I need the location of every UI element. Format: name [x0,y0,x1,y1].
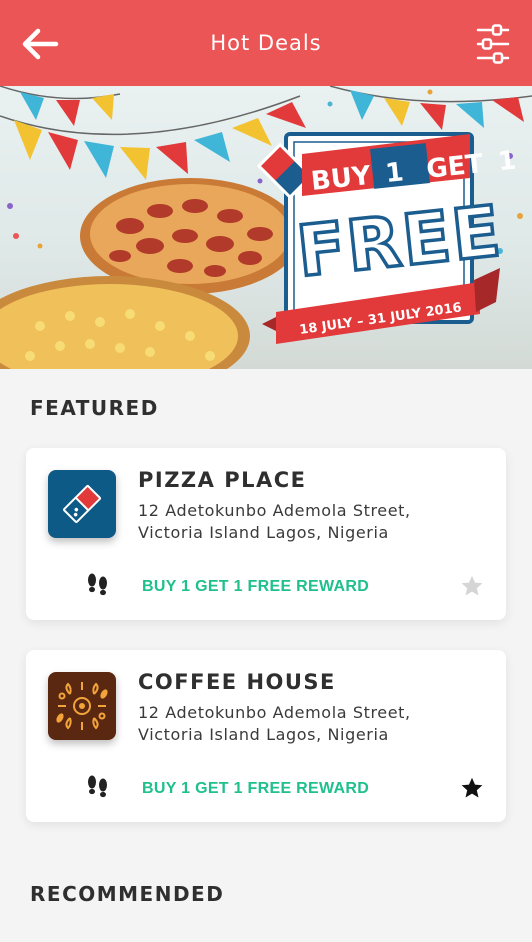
featured-section-title: FEATURED [30,396,159,420]
back-button[interactable] [20,26,60,62]
arrow-left-icon [22,28,59,60]
merchant-name: COFFEE HOUSE [138,670,336,694]
merchant-address: 12 Adetokunbo Ademola Street, Victoria I… [138,501,411,542]
footsteps-icon [88,573,107,596]
deal-card-coffee-house[interactable]: COFFEE HOUSE 12 Adetokunbo Ademola Stree… [26,650,506,822]
merchant-logo [48,672,116,740]
merchant-name: PIZZA PLACE [138,468,307,492]
footsteps-icon [88,775,107,798]
domino-logo-icon [63,485,101,523]
app-bar: Hot Deals [0,0,532,86]
page-title: Hot Deals [210,31,322,55]
merchant-logo [48,470,116,538]
promo-banner[interactable]: BUY 1 GET 1 FREE 18 JULY – 31 JULY 2016 [0,86,532,369]
merchant-address: 12 Adetokunbo Ademola Street, Victoria I… [138,703,411,744]
deal-card-pizza-place[interactable]: PIZZA PLACE 12 Adetokunbo Ademola Street… [26,448,506,620]
coffee-floral-logo-icon [56,682,108,730]
filter-button[interactable] [476,24,510,64]
favorite-star-icon[interactable] [460,776,484,800]
reward-label: BUY 1 GET 1 FREE REWARD [142,578,370,595]
sliders-icon [476,24,510,64]
promo-badge: BUY 1 GET 1 FREE 18 JULY – 31 JULY 2016 [256,132,518,344]
reward-label: BUY 1 GET 1 FREE REWARD [142,780,370,797]
favorite-star-icon[interactable] [460,574,484,598]
recommended-section-title: RECOMMENDED [30,882,225,906]
